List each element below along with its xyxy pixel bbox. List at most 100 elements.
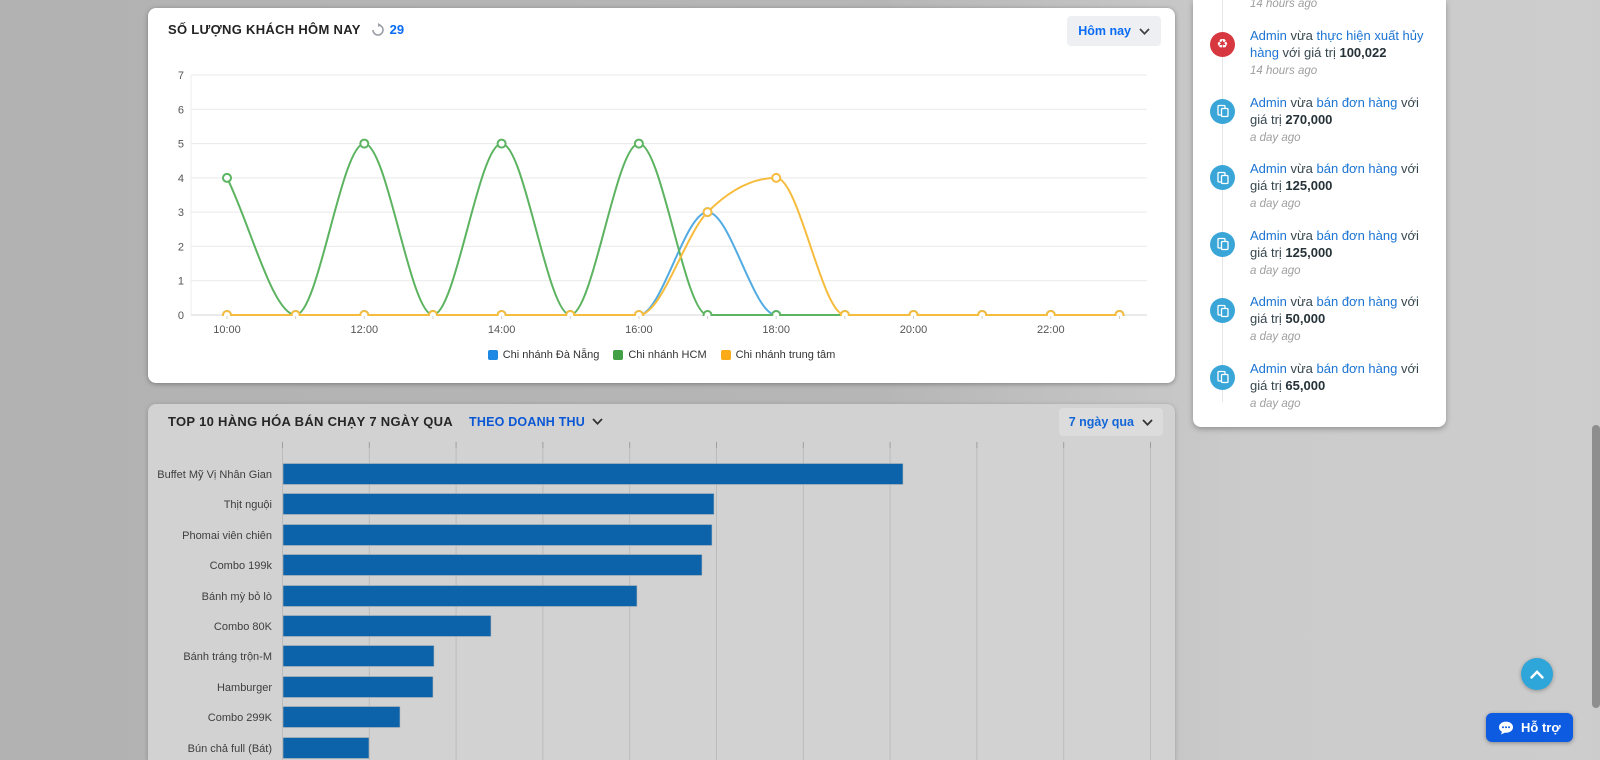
scroll-to-top-button[interactable] [1521, 658, 1553, 690]
bar[interactable] [282, 493, 715, 515]
activity-action-link[interactable]: bán đơn hàng [1317, 228, 1398, 243]
data-point-marker[interactable] [633, 138, 644, 149]
activity-actor-link[interactable]: Admin [1250, 228, 1287, 243]
x-axis-tick-label: 18:00 [762, 324, 790, 336]
legend-item[interactable]: Chi nhánh trung tâm [720, 349, 836, 361]
x-axis-tick-label: 12:00 [351, 324, 379, 336]
activity-action-link[interactable]: bán đơn hàng [1317, 95, 1398, 110]
order-icon [1210, 364, 1235, 390]
support-label: Hỗ trợ [1521, 720, 1561, 735]
chevron-down-icon [1142, 418, 1153, 426]
activity-time: a day ago [1250, 331, 1301, 343]
bar[interactable] [282, 615, 492, 637]
bar[interactable] [282, 676, 434, 698]
bar[interactable] [282, 706, 401, 728]
bar-category-label: Combo 299K [208, 712, 273, 724]
date-range-selector[interactable]: Hôm nay [1067, 16, 1161, 46]
activity-feed-card: 14 hours ago ♻ Admin vừa thực hiện xuất h… [1193, 0, 1446, 427]
y-axis-tick-label: 1 [178, 276, 184, 288]
date-range-label: Hôm nay [1078, 24, 1131, 38]
activity-actor-link[interactable]: Admin [1250, 294, 1287, 309]
activity-amount: 50,000 [1285, 311, 1326, 326]
activity-amount: 125,000 [1285, 244, 1333, 260]
timeline-line [1222, 0, 1223, 402]
legend-swatch [487, 350, 498, 360]
legend-swatch [720, 350, 731, 360]
data-point-marker[interactable] [702, 207, 713, 218]
order-icon [1210, 298, 1235, 323]
data-point-marker[interactable] [771, 172, 782, 183]
legend-label: Chi nhánh trung tâm [735, 349, 836, 361]
y-axis-tick-label: 7 [178, 70, 184, 82]
activity-amount: 125,000 [1285, 178, 1333, 193]
activity-amount: 100,022 [1339, 45, 1387, 60]
bar-category-label: Bún chả full (Bát) [188, 743, 272, 755]
series-line [226, 142, 1120, 316]
bar[interactable] [282, 463, 904, 485]
visitors-count: 29 [389, 22, 405, 37]
y-axis-tick-label: 4 [178, 173, 184, 185]
legend-item[interactable]: Chi nhánh Đà Nẵng [487, 349, 600, 361]
x-axis-tick-label: 14:00 [488, 324, 516, 336]
bar[interactable] [282, 524, 713, 546]
y-axis-tick-label: 0 [178, 310, 184, 322]
legend-swatch [613, 350, 624, 360]
y-axis-tick-label: 5 [178, 139, 184, 151]
refresh-icon[interactable] [371, 22, 385, 37]
activity-amount: 270,000 [1285, 111, 1333, 127]
metric-selector[interactable]: THEO DOANH THU [469, 415, 603, 429]
visitors-card-title: SỐ LƯỢNG KHÁCH HÔM NAY [168, 22, 361, 37]
period-selector[interactable]: 7 ngày qua [1058, 408, 1163, 436]
data-point-marker[interactable] [359, 138, 370, 149]
chevron-down-icon [592, 418, 603, 425]
order-icon [1210, 231, 1235, 257]
bar-category-label: Phomai viên chiên [182, 530, 272, 542]
legend-label: Chi nhánh Đà Nẵng [502, 349, 600, 361]
x-axis-tick-label: 22:00 [1037, 324, 1065, 336]
data-point-marker[interactable] [496, 138, 507, 149]
bar[interactable] [282, 737, 370, 759]
activity-action-link[interactable]: bán đơn hàng [1317, 361, 1398, 376]
data-point-marker[interactable] [222, 172, 232, 183]
visitors-today-card: SỐ LƯỢNG KHÁCH HÔM NAY 29 Hôm nay 0 1 2 3 4 5… [148, 8, 1175, 383]
bar-category-label: Bánh tráng trộn-M [183, 651, 272, 663]
bar-category-label: Combo 80K [214, 621, 273, 633]
activity-actor-link[interactable]: Admin [1250, 95, 1287, 110]
y-axis-tick-label: 2 [178, 241, 184, 253]
bar[interactable] [282, 554, 703, 576]
y-axis-tick-label: 6 [178, 104, 184, 116]
bar-category-label: Thịt nguội [224, 499, 272, 511]
bar[interactable] [282, 645, 435, 667]
activity-time: 14 hours ago [1250, 0, 1318, 10]
x-axis-tick-label: 16:00 [625, 324, 653, 336]
x-axis-tick-label: 20:00 [900, 324, 928, 336]
activity-actor-link[interactable]: Admin [1250, 161, 1287, 176]
order-icon [1210, 98, 1235, 124]
visitors-line-chart: 0 1 2 3 4 5 6 7 10:00 12:00 14:00 16:00 18:00 20:00 22… [178, 70, 1147, 336]
legend-item[interactable]: Chi nhánh HCM [613, 349, 707, 361]
activity-time: a day ago [1250, 198, 1301, 210]
activity-time: a day ago [1250, 264, 1301, 277]
chevron-up-icon [1530, 669, 1544, 679]
top-products-card: TOP 10 HÀNG HÓA BÁN CHẠY 7 NGÀY QUA THEO… [148, 404, 1175, 760]
chat-icon [1499, 721, 1513, 734]
x-axis-tick-label: 10:00 [213, 324, 241, 336]
activity-actor-link[interactable]: Admin [1250, 361, 1287, 376]
chart-legend: Chi nhánh Đà Nẵng Chi nhánh HCM Chi nhánh … [148, 349, 1175, 361]
activity-time: a day ago [1250, 397, 1301, 410]
legend-label: Chi nhánh HCM [628, 349, 707, 361]
support-button[interactable]: Hỗ trợ [1486, 713, 1573, 742]
bar-category-label: Bánh mỳ bỏ lò [202, 591, 272, 603]
activity-action-link[interactable]: bán đơn hàng [1317, 161, 1398, 176]
bar[interactable] [282, 585, 638, 607]
bar-category-label: Combo 199k [210, 560, 273, 572]
bar-category-label: Hamburger [217, 682, 272, 694]
y-axis-tick-label: 3 [178, 207, 184, 219]
activity-action-link[interactable]: bán đơn hàng [1317, 294, 1398, 309]
activity-actor-link[interactable]: Admin [1250, 28, 1287, 43]
chevron-down-icon [1139, 27, 1150, 35]
page-scrollbar-thumb[interactable] [1592, 425, 1600, 708]
metric-selector-label: THEO DOANH THU [469, 414, 585, 429]
top-products-bar-chart: Buffet Mỹ Vị Nhân Gian Thịt nguội Phomai v… [157, 442, 1151, 760]
top-products-header: TOP 10 HÀNG HÓA BÁN CHẠY 7 NGÀY QUA THEO… [168, 414, 603, 429]
